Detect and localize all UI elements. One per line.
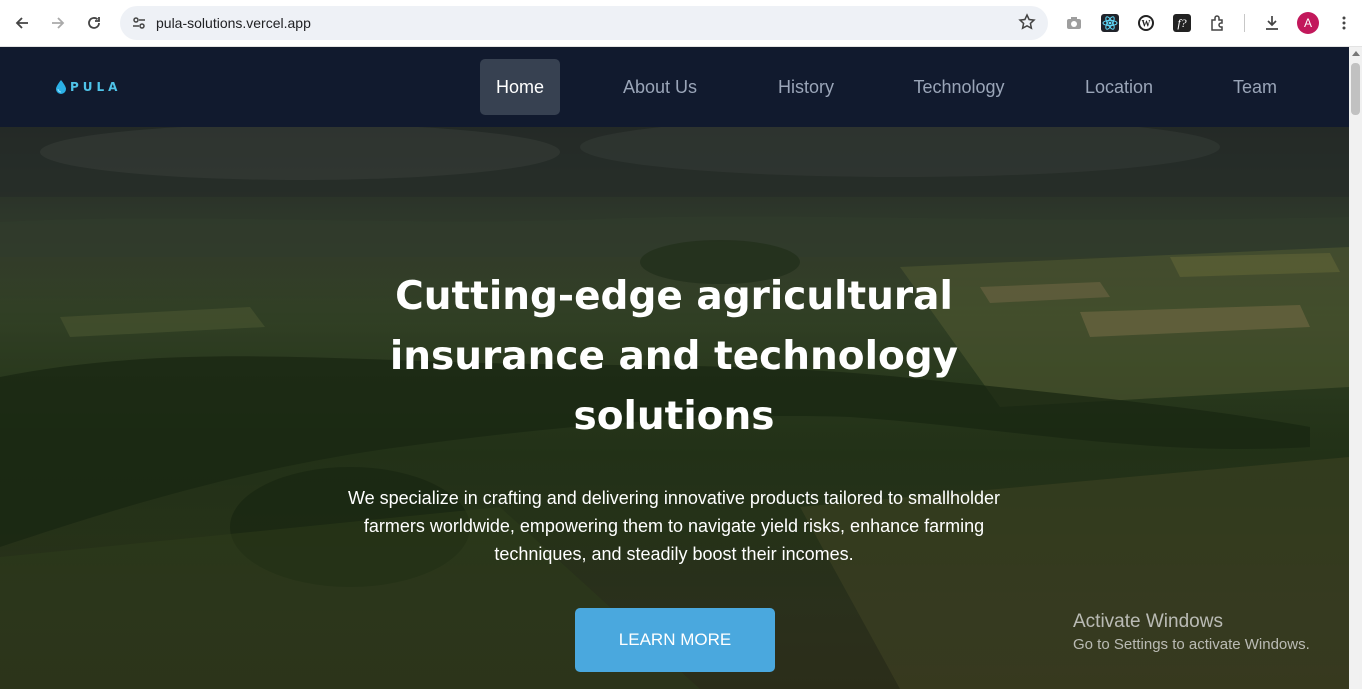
pula-logo[interactable]: PULA — [56, 80, 121, 94]
nav-home[interactable]: Home — [480, 59, 560, 115]
bookmark-star-icon[interactable] — [1018, 13, 1036, 36]
hero-section: Cutting-edge agricultural insurance and … — [0, 127, 1349, 689]
nav-team[interactable]: Team — [1222, 59, 1288, 115]
svg-text:W: W — [1142, 19, 1151, 29]
scroll-up-arrow-icon[interactable] — [1352, 51, 1360, 56]
hero-title: Cutting-edge agricultural insurance and … — [389, 274, 959, 439]
font-ext-icon[interactable]: f? — [1170, 11, 1194, 35]
wordpress-icon[interactable]: W — [1134, 11, 1158, 35]
nav-history[interactable]: History — [765, 59, 847, 115]
nav-location[interactable]: Location — [1072, 59, 1166, 115]
screenshot-camera-icon[interactable] — [1062, 11, 1086, 35]
watermark-line1: Activate Windows — [1073, 611, 1223, 632]
back-icon[interactable] — [4, 5, 40, 41]
learn-more-button[interactable]: LEARN MORE — [575, 608, 775, 672]
profile-avatar[interactable]: A — [1297, 12, 1319, 34]
windows-activation-watermark: Activate Windows Go to Settings to activ… — [1073, 611, 1310, 653]
scrollbar-thumb[interactable] — [1351, 63, 1360, 115]
react-devtools-icon[interactable] — [1098, 11, 1122, 35]
download-icon[interactable] — [1260, 11, 1284, 35]
browser-toolbar: pula-solutions.vercel.app W f? A — [0, 0, 1362, 47]
site-settings-icon[interactable] — [122, 15, 156, 31]
forward-icon[interactable] — [40, 5, 76, 41]
nav-technology[interactable]: Technology — [900, 59, 1018, 115]
watermark-line2: Go to Settings to activate Windows. — [1073, 636, 1310, 653]
hero-subtitle: We specialize in crafting and delivering… — [347, 488, 1001, 564]
more-menu-icon[interactable] — [1332, 11, 1356, 35]
logo-text: PULA — [70, 80, 122, 94]
toolbar-divider — [1244, 14, 1245, 32]
site-navbar: PULA Home About Us History Technology Lo… — [0, 47, 1349, 127]
page-scrollbar[interactable] — [1349, 47, 1362, 689]
page-viewport: PULA Home About Us History Technology Lo… — [0, 47, 1349, 689]
url-text[interactable]: pula-solutions.vercel.app — [156, 15, 311, 31]
extensions-puzzle-icon[interactable] — [1206, 11, 1230, 35]
reload-icon[interactable] — [76, 5, 112, 41]
svg-text:f?: f? — [1177, 16, 1186, 30]
address-bar[interactable]: pula-solutions.vercel.app — [120, 6, 1048, 40]
nav-about-us[interactable]: About Us — [610, 59, 710, 115]
water-drop-icon — [56, 80, 66, 94]
